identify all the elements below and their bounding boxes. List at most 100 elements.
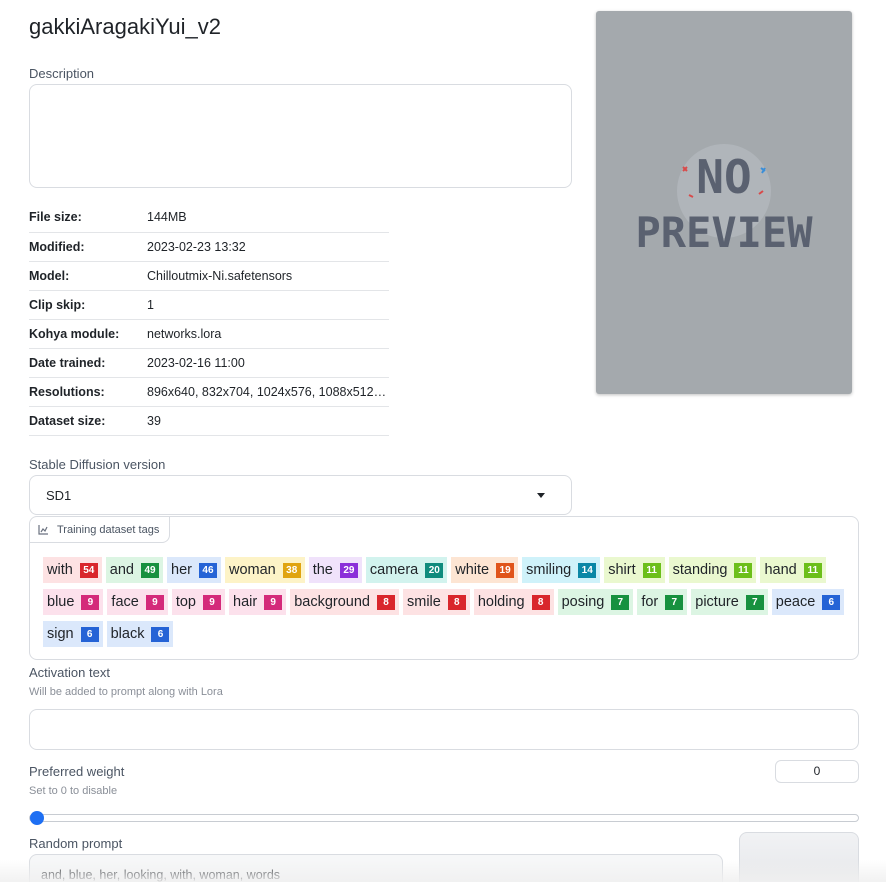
tag-chip[interactable]: hair 9	[229, 589, 287, 615]
weight-slider-thumb[interactable]	[30, 811, 44, 825]
info-key: Kohya module:	[29, 319, 147, 349]
info-row: Clip skip: 1	[29, 290, 389, 320]
tag-chip[interactable]: smile 8	[402, 589, 470, 615]
info-row: Model: Chilloutmix-Ni.safetensors	[29, 261, 389, 291]
tag-count-badge: 8	[447, 594, 466, 610]
tag-name: smile	[406, 594, 441, 610]
preview-image[interactable]: NO PREVIEW	[596, 11, 852, 394]
tag-name: sign	[47, 626, 74, 642]
tag-chip[interactable]: camera 20	[365, 557, 448, 583]
tag-chip[interactable]: shirt 11	[604, 557, 665, 583]
tag-name: posing	[561, 594, 605, 610]
tag-chip[interactable]: for 7	[637, 589, 688, 615]
tag-name: the	[312, 562, 333, 578]
tag-count-badge: 7	[611, 594, 630, 610]
tag-chip[interactable]: smiling 14	[522, 557, 601, 583]
weight-number-input[interactable]: 0	[775, 760, 859, 783]
tag-chip[interactable]: woman 38	[224, 557, 305, 583]
description-label: Description	[29, 66, 95, 81]
info-key: Clip skip:	[29, 290, 147, 320]
tag-name: background	[294, 594, 370, 610]
tag-name: her	[171, 562, 192, 578]
tag-name: peace	[775, 594, 816, 610]
tag-chip[interactable]: picture 7	[691, 589, 768, 615]
tag-chip[interactable]: her 46	[167, 557, 221, 583]
info-row: Dataset size: 39	[29, 406, 389, 436]
tag-count-badge: 19	[496, 562, 515, 578]
tag-count-badge: 6	[151, 626, 170, 642]
tag-chip[interactable]: white 19	[451, 557, 519, 583]
tag-chip[interactable]: posing 7	[557, 589, 634, 615]
tag-count-badge: 8	[531, 594, 550, 610]
tag-chip[interactable]: the 29	[308, 557, 362, 583]
training-tags-panel: Training dataset tags with 54 and 49 her 46 wo…	[29, 516, 859, 660]
tag-chip[interactable]: standing 11	[668, 557, 757, 583]
tag-count-badge: 9	[264, 594, 283, 610]
activation-label: Activation text	[29, 665, 110, 680]
info-key: Modified:	[29, 232, 147, 262]
tag-chip[interactable]: face 9	[107, 589, 168, 615]
tag-name: woman	[228, 562, 276, 578]
tag-count-badge: 6	[80, 626, 99, 642]
no-preview-icon: NO PREVIEW	[635, 144, 813, 257]
tag-count-badge: 7	[665, 594, 684, 610]
tag-chip[interactable]: hand 11	[760, 557, 826, 583]
tag-name: hand	[764, 562, 797, 578]
training-tags-header: Training dataset tags	[30, 517, 171, 543]
tag-count-badge: 9	[203, 594, 222, 610]
tag-count-badge: 38	[282, 562, 301, 578]
tag-count-badge: 9	[145, 594, 164, 610]
tag-name: black	[110, 626, 145, 642]
tag-name: shirt	[608, 562, 636, 578]
info-value: 896x640, 832x704, 1024x576, 1088x512, ..…	[147, 377, 389, 407]
tag-count-badge: 29	[339, 562, 358, 578]
tag-chip[interactable]: sign 6	[43, 621, 103, 647]
weight-label: Preferred weight	[29, 764, 125, 779]
tag-chip[interactable]: background 8	[290, 589, 399, 615]
tag-name: camera	[369, 562, 419, 578]
info-row: Modified: 2023-02-23 13:32	[29, 232, 389, 262]
tag-name: hair	[233, 594, 258, 610]
tag-count-badge: 11	[803, 562, 822, 578]
tag-name: standing	[672, 562, 728, 578]
tag-chip[interactable]: peace 6	[771, 589, 845, 615]
generate-random-prompt-button[interactable]	[739, 832, 859, 882]
info-row: Resolutions: 896x640, 832x704, 1024x576, …	[29, 377, 389, 407]
random-prompt-box[interactable]: and, blue, her, looking, with, woman, wo…	[29, 854, 723, 882]
tag-count-badge: 54	[79, 562, 98, 578]
description-textarea[interactable]	[29, 84, 572, 188]
tag-chip[interactable]: with 54	[43, 557, 102, 583]
tag-count-badge: 49	[141, 562, 159, 578]
tag-chip[interactable]: top 9	[171, 589, 226, 615]
info-value: 2023-02-23 13:32	[147, 232, 389, 262]
tag-name: smiling	[526, 562, 572, 578]
tag-chip[interactable]: blue 9	[43, 589, 104, 615]
info-row: Date trained: 2023-02-16 11:00	[29, 348, 389, 378]
tag-chip[interactable]: black 6	[106, 621, 174, 647]
tag-count-badge: 46	[198, 562, 217, 578]
info-value: Chilloutmix-Ni.safetensors	[147, 261, 389, 291]
tag-list: with 54 and 49 her 46 woman 38 the 29 camera 20 whit…	[43, 557, 853, 647]
info-value: 1	[147, 290, 389, 320]
sd-version-value: SD1	[46, 488, 72, 503]
weight-slider[interactable]	[29, 814, 859, 822]
tag-chip[interactable]: holding 8	[473, 589, 554, 615]
info-row: File size: 144MB	[29, 203, 389, 233]
sd-version-dropdown[interactable]: SD1	[29, 475, 572, 515]
sd-version-label: Stable Diffusion version	[29, 457, 166, 472]
info-table: File size: 144MB Modified: 2023-02-23 13:32…	[29, 203, 389, 436]
chevron-down-icon	[537, 493, 545, 498]
tag-name: picture	[695, 594, 739, 610]
preview-line2: PREVIEW	[635, 208, 813, 257]
info-value: 2023-02-16 11:00	[147, 348, 389, 378]
info-value: networks.lora	[147, 319, 389, 349]
tag-count-badge: 20	[425, 562, 444, 578]
activation-text-input[interactable]	[29, 709, 859, 750]
tag-name: with	[47, 562, 73, 578]
tag-name: white	[455, 562, 490, 578]
tag-name: top	[175, 594, 197, 610]
info-key: Dataset size:	[29, 406, 147, 436]
tag-chip[interactable]: and 49	[105, 557, 163, 583]
tag-count-badge: 14	[578, 562, 597, 578]
tag-count-badge: 11	[734, 562, 753, 578]
